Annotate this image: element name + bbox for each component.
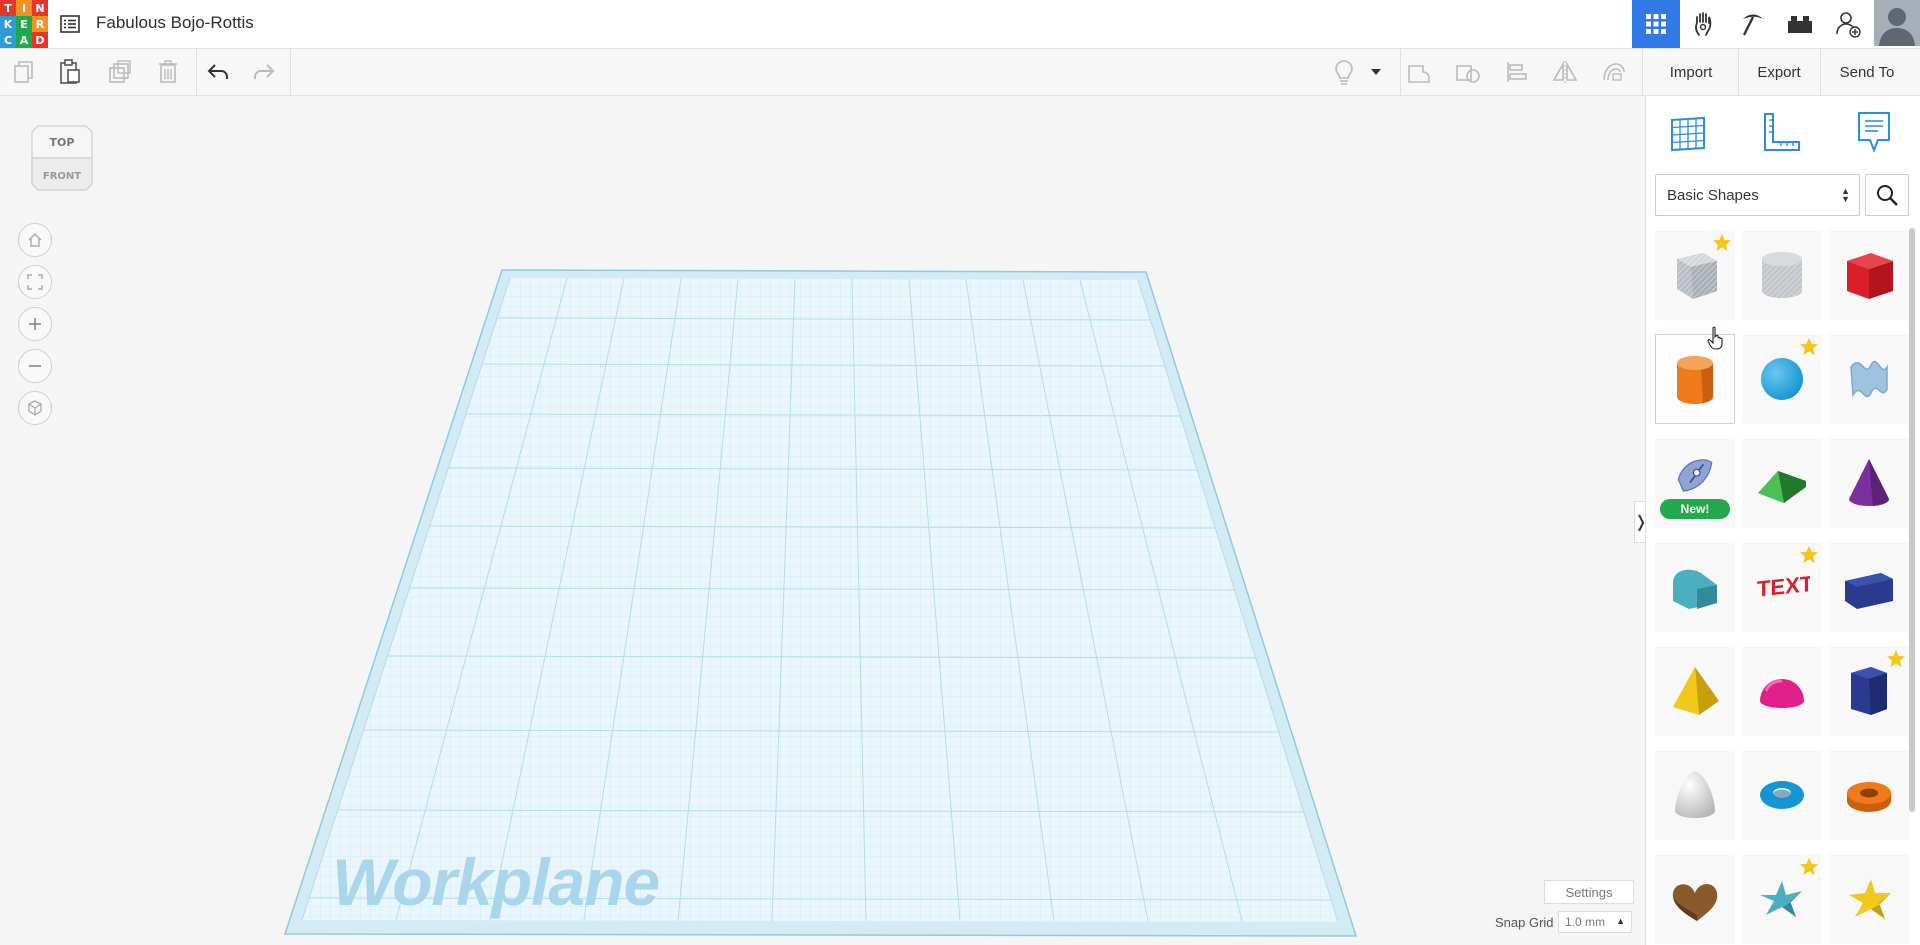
import-button[interactable]: Import [1644,49,1738,95]
shape-round-roof[interactable] [1655,542,1735,632]
shape-shape-generator[interactable]: New! [1655,438,1735,528]
shape-tube[interactable] [1829,750,1909,840]
tinkercad-logo[interactable]: TINKERCAD [0,0,48,48]
favorite-star-icon[interactable] [1712,233,1732,253]
send-to-button[interactable]: Send To [1820,49,1914,95]
export-button[interactable]: Export [1738,49,1820,95]
select-arrows-icon: ▲ ▼ [1841,186,1850,204]
ungroup-icon[interactable] [1454,58,1482,86]
design-list-icon[interactable] [56,10,84,38]
logo-letter: T [0,0,16,16]
shape-half-sphere[interactable] [1742,646,1822,736]
favorite-star-icon[interactable] [1886,649,1906,669]
design-title[interactable]: Fabulous Bojo-Rottis [96,13,254,33]
favorite-star-icon[interactable] [1799,857,1819,877]
shape-box-hole[interactable] [1655,230,1735,320]
shape-cone[interactable] [1829,438,1909,528]
codeblocks-pickaxe-icon[interactable] [1728,0,1776,48]
notes-icon[interactable] [1850,108,1898,156]
toolbar-divider [290,49,291,95]
logo-letter: N [32,0,48,16]
snap-grid-select[interactable]: 1.0 mm ▲ [1558,911,1632,933]
shape-scribble[interactable] [1829,334,1909,424]
shape-category-value: Basic Shapes [1667,186,1759,204]
panel-scrollbar[interactable] [1909,228,1915,812]
toolbar-divider [1400,49,1401,95]
shape-text[interactable]: TEXT [1742,542,1822,632]
note-lightbulb-icon[interactable] [1330,58,1358,86]
shape-star-yellow[interactable] [1829,854,1909,944]
align-icon[interactable] [1503,58,1531,86]
favorite-star-icon[interactable] [1799,337,1819,357]
shape-cylinder[interactable] [1655,334,1735,424]
group-icon[interactable] [1406,58,1434,86]
dropdown-caret-icon[interactable] [1366,58,1386,86]
shape-heart[interactable] [1655,854,1735,944]
svg-text:TEXT: TEXT [1757,571,1810,602]
logo-letter: K [0,16,16,32]
cruise-icon[interactable] [1599,58,1627,86]
favorite-star-icon[interactable] [1799,545,1819,565]
snap-grid-label: Snap Grid [1495,915,1554,930]
shape-paraboloid[interactable] [1655,750,1735,840]
delete-icon[interactable] [154,58,182,86]
circuits-hand-icon[interactable] [1680,0,1728,48]
toolbar-divider [1642,49,1643,95]
3d-design-grid-icon[interactable] [1632,0,1680,48]
workplane-grid-icon[interactable] [1664,108,1712,156]
search-icon[interactable] [1865,174,1909,216]
settings-button[interactable]: Settings [1544,880,1634,904]
caret-up-icon: ▲ [1616,916,1625,926]
user-avatar[interactable] [1874,0,1920,46]
shape-category-select[interactable]: Basic Shapes ▲ ▼ [1655,174,1860,216]
logo-letter: E [16,16,32,32]
logo-letter: A [16,32,32,48]
paste-icon[interactable] [56,58,84,86]
workplane-label: Workplane [332,845,660,919]
redo-icon[interactable] [250,58,278,86]
shape-sphere[interactable] [1742,334,1822,424]
shape-wedge[interactable] [1829,542,1909,632]
top-right-nav [1632,0,1920,48]
shapes-panel: Basic Shapes ▲ ▼ New! TEXT [1645,96,1920,945]
snap-grid-value: 1.0 mm [1565,915,1606,929]
ruler-icon[interactable] [1757,108,1805,156]
top-bar: TINKERCAD Fabulous Bojo-Rottis [0,0,1920,49]
logo-letter: D [32,32,48,48]
shape-cylinder-hole[interactable] [1742,230,1822,320]
duplicate-icon[interactable] [106,58,134,86]
shape-torus[interactable] [1742,750,1822,840]
shape-roof[interactable] [1742,438,1822,528]
logo-letter: R [32,16,48,32]
invite-user-icon[interactable] [1824,0,1872,48]
shape-pyramid[interactable] [1655,646,1735,736]
shape-star[interactable] [1742,854,1822,944]
workplane[interactable] [0,96,1644,945]
new-badge: New! [1660,499,1730,519]
3d-viewport[interactable]: TOP FRONT Workplane [0,96,1644,945]
toolbar-divider [196,49,197,95]
copy-icon[interactable] [10,58,38,86]
undo-icon[interactable] [204,58,232,86]
mirror-icon[interactable] [1551,58,1579,86]
lego-brick-icon[interactable] [1776,0,1824,48]
shape-polygon[interactable] [1829,646,1909,736]
logo-letter: I [16,0,32,16]
edit-toolbar: Import Export Send To [0,49,1920,96]
shape-box[interactable] [1829,230,1909,320]
logo-letter: C [0,32,16,48]
